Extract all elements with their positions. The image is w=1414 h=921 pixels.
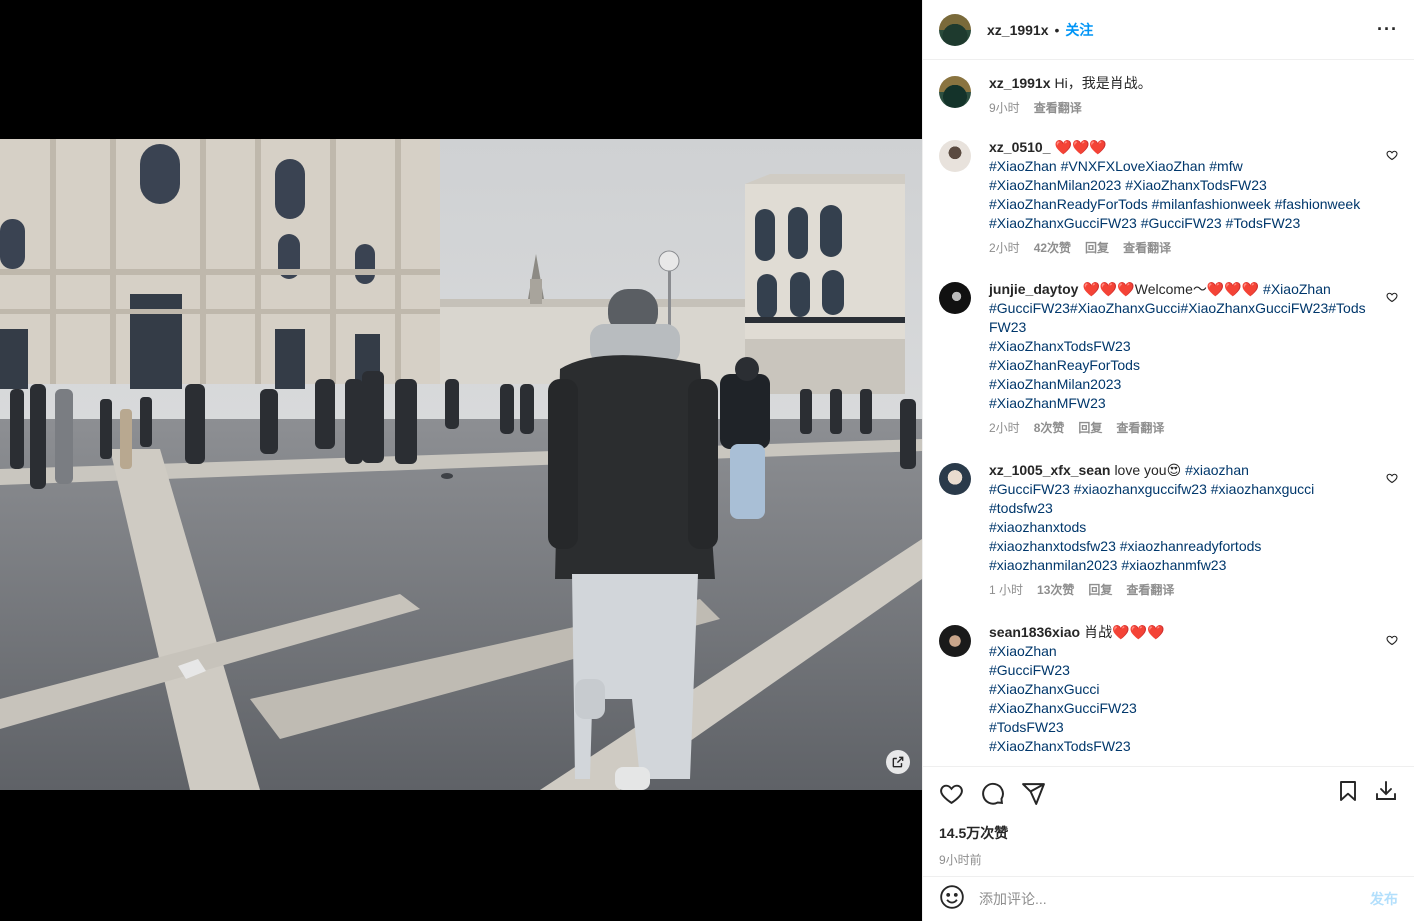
comment-likes[interactable]: 42次赞 [1034,239,1071,258]
post-photo[interactable] [0,139,922,790]
hashtag[interactable]: #XiaoZhan [1263,281,1331,297]
hashtag-line[interactable]: #xiaozhanmilan2023 #xiaozhanmfw23 [989,557,1226,573]
hashtag-line[interactable]: #XiaoZhanMilan2023 [989,376,1121,392]
comment-likes[interactable]: 8次赞 [1034,419,1065,438]
bookmark-icon[interactable] [1336,779,1360,808]
hashtag-line[interactable]: #XiaoZhanxGucciFW23 [989,700,1137,716]
media-pane [0,0,922,921]
hashtag-line[interactable]: #XiaoZhanReayForTods [989,357,1140,373]
hashtag-line[interactable]: #XiaoZhanxTodsFW23 [989,338,1131,354]
comment-input[interactable]: 添加评论... [979,889,1370,909]
reply-button[interactable]: 回复 [1088,581,1112,600]
avatar[interactable] [939,282,971,314]
caption-username[interactable]: xz_1991x [989,75,1051,91]
comment-text: love you😍 [1114,462,1182,478]
hashtag-line[interactable]: #xiaozhanxtods [989,519,1086,535]
hashtag-line[interactable]: #GucciFW23#XiaoZhanxGucci#XiaoZhanxGucci… [989,300,1366,316]
see-translation-link[interactable]: 查看翻译 [1034,99,1082,118]
hashtag[interactable]: #xiaozhan [1185,462,1249,478]
heart-icon[interactable] [1386,290,1398,308]
hashtag-line[interactable]: #XiaoZhanxGucciFW23 #GucciFW23 #TodsFW23 [989,215,1300,231]
avatar[interactable] [939,76,971,108]
avatar[interactable] [939,140,971,172]
caption-time[interactable]: 9小时 [989,99,1020,118]
comment-time[interactable]: 1 小时 [989,581,1023,600]
see-translation-link[interactable]: 查看翻译 [1126,581,1174,600]
heart-icon[interactable] [939,781,964,806]
hashtag-line[interactable]: #XiaoZhanMilan2023 #XiaoZhanxTodsFW23 [989,177,1267,193]
hashtag-line[interactable]: #XiaoZhanxGucci [989,681,1100,697]
post-viewer: xz_1991x • 关注 ··· xz_1991x Hi，我是肖战。 9小时 查… [0,0,1414,921]
hashtag-line[interactable]: #XiaoZhanMFW23 [989,395,1106,411]
comment-text: 肖战❤️❤️❤️ [1084,624,1165,640]
hashtag-line[interactable]: #TodsFW23 [989,719,1064,735]
hashtag-line[interactable]: #todsfw23 [989,500,1053,516]
post-side-panel: xz_1991x • 关注 ··· xz_1991x Hi，我是肖战。 9小时 查… [922,0,1414,921]
add-comment-bar: 添加评论... 发布 [923,876,1414,921]
hashtag-line[interactable]: #XiaoZhan [989,643,1057,659]
hashtag-line[interactable]: #GucciFW23 [989,662,1070,678]
emoji-icon[interactable] [939,884,965,915]
reply-button[interactable]: 回复 [1085,239,1109,258]
comment: junjie_daytoy ❤️❤️❤️Welcome～❤️❤️❤️ #XiaoZ… [939,280,1398,461]
caption: xz_1991x Hi，我是肖战。 9小时 查看翻译 [939,74,1398,138]
post-actions: 14.5万次赞 9小时前 [923,766,1414,876]
share-icon[interactable] [1021,781,1046,806]
comment-icon[interactable] [980,781,1005,806]
comment-username[interactable]: sean1836xiao [989,624,1080,640]
hashtag-line[interactable]: #XiaoZhanReadyForTods #milanfashionweek … [989,196,1360,212]
avatar[interactable] [939,625,971,657]
hashtag-line[interactable]: #xiaozhanxtodsfw23 #xiaozhanreadyfortods [989,538,1261,554]
avatar[interactable] [939,13,971,46]
heart-icon[interactable] [1386,148,1398,166]
comment: sean1836xiao 肖战❤️❤️❤️ #XiaoZhan #GucciFW2… [939,623,1398,766]
avatar[interactable] [939,463,971,495]
comment-text: ❤️❤️❤️ [1054,139,1107,155]
hashtag-line[interactable]: FW23 [989,319,1026,335]
post-header: xz_1991x • 关注 ··· [923,0,1414,60]
see-translation-link[interactable]: 查看翻译 [1116,419,1164,438]
comment-text: ❤️❤️❤️Welcome～❤️❤️❤️ [1082,281,1260,297]
caption-text: Hi，我是肖战。 [1054,75,1152,91]
hashtag-line[interactable]: #XiaoZhanxTodsFW23 [989,738,1131,754]
open-external-icon[interactable] [886,750,910,774]
comment-likes[interactable]: 13次赞 [1037,581,1074,600]
comment-time[interactable]: 2小时 [989,239,1020,258]
follow-button[interactable]: 关注 [1065,20,1093,40]
comment-time[interactable]: 2小时 [989,419,1020,438]
comment-username[interactable]: xz_1005_xfx_sean [989,462,1110,478]
comment-username[interactable]: junjie_daytoy [989,281,1078,297]
post-time[interactable]: 9小时前 [939,851,1398,868]
comments-list[interactable]: xz_1991x Hi，我是肖战。 9小时 查看翻译 xz_0510_ ❤️❤️❤️… [923,60,1414,766]
heart-icon[interactable] [1386,633,1398,651]
post-comment-button[interactable]: 发布 [1370,889,1398,909]
owner-username[interactable]: xz_1991x [987,22,1049,38]
reply-button[interactable]: 回复 [1078,419,1102,438]
heart-icon[interactable] [1386,471,1398,489]
hashtag-line[interactable]: #GucciFW23 #xiaozhanxguccifw23 #xiaozhan… [989,481,1314,497]
separator-dot: • [1054,21,1060,38]
see-translation-link[interactable]: 查看翻译 [1123,239,1171,258]
comment: xz_0510_ ❤️❤️❤️ #XiaoZhan #VNXFXLoveXiaoZ… [939,138,1398,280]
like-count[interactable]: 14.5万次赞 [939,823,1398,843]
more-options-button[interactable]: ··· [1377,19,1398,40]
comment-username[interactable]: xz_0510_ [989,139,1051,155]
comment: xz_1005_xfx_sean love you😍 #xiaozhan #Guc… [939,461,1398,623]
download-icon[interactable] [1374,779,1398,808]
hashtag-line[interactable]: #XiaoZhan #VNXFXLoveXiaoZhan #mfw [989,158,1243,174]
